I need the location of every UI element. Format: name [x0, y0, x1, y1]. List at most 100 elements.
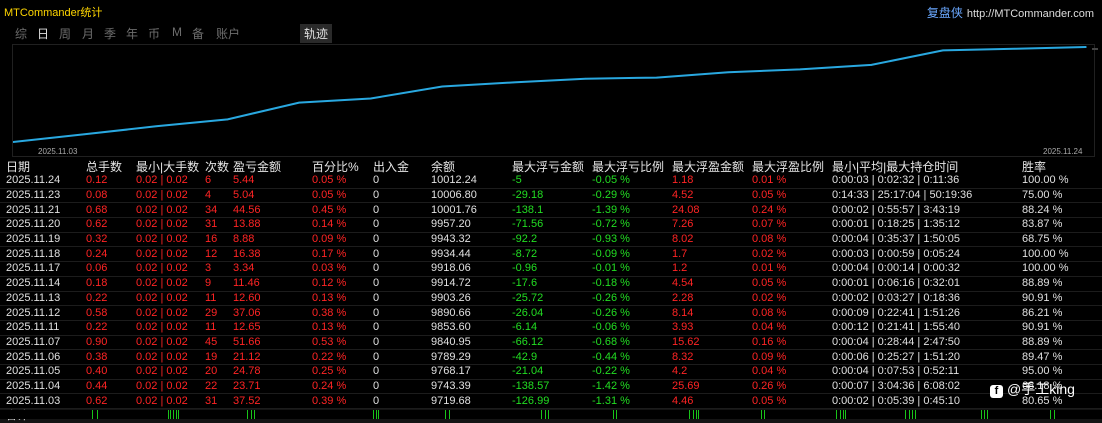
tab-backup[interactable]: 备 — [192, 25, 204, 42]
tab-month[interactable]: 月 — [82, 25, 94, 42]
table-row[interactable]: 2025.11.060.380.02 | 0.021921.120.22 %09… — [0, 350, 1102, 365]
watermark: f@手工king — [990, 379, 1075, 399]
header-max-float-profit[interactable]: 最大浮盈金额 — [672, 160, 752, 174]
cell-max-float-profit: 24.08 — [672, 203, 752, 218]
cell-max-float-loss-pct: -0.22 % — [592, 364, 672, 379]
tab-quarter[interactable]: 季 — [104, 25, 116, 42]
tab-m[interactable]: M — [172, 25, 182, 39]
brand-url[interactable]: http://MTCommander.com — [967, 8, 1094, 20]
equity-point — [585, 78, 587, 80]
cell-deposit-withdraw: 0 — [373, 350, 431, 365]
cell-max-float-profit: 1.7 — [672, 247, 752, 262]
indicator-tick — [178, 410, 179, 419]
indicator-tick — [912, 410, 913, 419]
cell-max-float-loss-pct: -0.26 % — [592, 291, 672, 306]
header-hold-time[interactable]: 最小|平均|最大持仓时间 — [832, 160, 1022, 174]
header-percent[interactable]: 百分比% — [312, 160, 373, 174]
header-profit[interactable]: 盈亏金额 — [233, 160, 312, 174]
cell-profit: 44.56 — [233, 203, 312, 218]
cell-win-rate: 100.00 % — [1022, 174, 1102, 188]
cell-min-max-lots: 0.02 | 0.02 — [136, 350, 205, 365]
header-win-rate[interactable]: 胜率 — [1022, 160, 1102, 174]
indicator-tick — [689, 410, 690, 419]
equity-point — [942, 50, 944, 52]
cell-hold-time: 0:00:02 | 0:55:57 | 3:43:19 — [832, 203, 1022, 218]
cell-balance: 9903.26 — [431, 291, 512, 306]
table-row[interactable]: 2025.11.120.580.02 | 0.022937.060.38 %09… — [0, 306, 1102, 321]
cell-profit: 3.34 — [233, 262, 312, 277]
header-max-float-loss[interactable]: 最大浮亏金额 — [512, 160, 592, 174]
cell-deposit-withdraw: 0 — [373, 364, 431, 379]
table-row[interactable]: 2025.11.070.900.02 | 0.024551.660.53 %09… — [0, 335, 1102, 350]
tab-account[interactable]: 账户 — [216, 25, 240, 42]
table-row[interactable]: 2025.11.170.060.02 | 0.0233.340.03 %0991… — [0, 262, 1102, 277]
cell-min-max-lots: 0.02 | 0.02 — [136, 291, 205, 306]
cell-max-float-loss: -0.96 — [512, 262, 592, 277]
cell-max-float-loss-pct: -0.09 % — [592, 247, 672, 262]
tab-day[interactable]: 日 — [37, 25, 49, 42]
cell-max-float-profit: 8.14 — [672, 306, 752, 321]
indicator-tick — [376, 410, 377, 419]
header-date[interactable]: 日期 — [0, 160, 86, 174]
cell-hold-time: 0:00:04 | 0:00:14 | 0:00:32 — [832, 262, 1022, 277]
header-deposit-withdraw[interactable]: 出入金 — [373, 160, 431, 174]
table-row[interactable]: 2025.11.050.400.02 | 0.022024.780.25 %09… — [0, 364, 1102, 379]
cell-count: 4 — [205, 188, 233, 203]
header-balance[interactable]: 余额 — [431, 160, 512, 174]
cell-max-float-loss: -42.9 — [512, 350, 592, 365]
header-max-float-profit-pct[interactable]: 最大浮盈比例 — [752, 160, 832, 174]
cell-win-rate: 83.87 % — [1022, 218, 1102, 233]
table-row[interactable]: 2025.11.110.220.02 | 0.021112.650.13 %09… — [0, 320, 1102, 335]
cell-percent: 0.14 % — [312, 218, 373, 233]
table-row[interactable]: 2025.11.180.240.02 | 0.021216.380.17 %09… — [0, 247, 1102, 262]
cell-min-max-lots: 0.02 | 0.02 — [136, 174, 205, 188]
cell-count: 6 — [205, 174, 233, 188]
cell-max-float-loss-pct: -0.93 % — [592, 232, 672, 247]
chart-scroll-handle[interactable] — [1092, 48, 1098, 50]
cell-count: 11 — [205, 320, 233, 335]
cell-max-float-loss-pct: -1.39 % — [592, 203, 672, 218]
header-max-float-loss-pct[interactable]: 最大浮亏比例 — [592, 160, 672, 174]
cell-count: 31 — [205, 218, 233, 233]
cell-percent: 0.25 % — [312, 364, 373, 379]
cell-profit: 8.88 — [233, 232, 312, 247]
cell-max-float-profit: 1.2 — [672, 262, 752, 277]
table-row[interactable]: 2025.11.130.220.02 | 0.021112.600.13 %09… — [0, 291, 1102, 306]
brand-name[interactable]: 复盘侠 — [927, 6, 963, 20]
table-row[interactable]: 2025.11.030.620.02 | 0.023137.520.39 %09… — [0, 394, 1102, 409]
indicator-tick — [981, 410, 982, 419]
table-row[interactable]: 2025.11.190.320.02 | 0.02168.880.09 %099… — [0, 232, 1102, 247]
equity-chart-svg — [13, 45, 1094, 156]
equity-chart — [12, 44, 1095, 157]
cell-max-float-profit-pct: 0.26 % — [752, 379, 832, 394]
cell-count: 9 — [205, 276, 233, 291]
tab-summary[interactable]: 综 — [15, 25, 27, 42]
tab-currency[interactable]: 币 — [148, 25, 160, 42]
cell-percent: 0.05 % — [312, 188, 373, 203]
header-min-max-lots[interactable]: 最小|大手数 — [136, 160, 205, 174]
header-total-lots[interactable]: 总手数 — [86, 160, 136, 174]
table-row[interactable]: 2025.11.040.440.02 | 0.022223.710.24 %09… — [0, 379, 1102, 394]
cell-min-max-lots: 0.02 | 0.02 — [136, 335, 205, 350]
header-count[interactable]: 次数 — [205, 160, 233, 174]
cell-total-lots: 0.62 — [86, 218, 136, 233]
cell-total-lots: 0.68 — [86, 203, 136, 218]
tab-year[interactable]: 年 — [126, 25, 138, 42]
table-row[interactable]: 2025.11.200.620.02 | 0.023113.880.14 %09… — [0, 218, 1102, 233]
cell-min-max-lots: 0.02 | 0.02 — [136, 364, 205, 379]
cell-deposit-withdraw: 0 — [373, 174, 431, 188]
table-row[interactable]: 2025.11.140.180.02 | 0.02911.460.12 %099… — [0, 276, 1102, 291]
table-row[interactable]: 2025.11.230.080.02 | 0.0245.040.05 %0100… — [0, 188, 1102, 203]
indicator-tick — [247, 410, 248, 419]
cell-date: 2025.11.24 — [0, 174, 86, 188]
table-row[interactable]: 2025.11.210.680.02 | 0.023444.560.45 %01… — [0, 203, 1102, 218]
tab-trajectory[interactable]: 轨迹 — [300, 24, 332, 43]
cell-max-float-profit-pct: 0.05 % — [752, 188, 832, 203]
cell-hold-time: 0:00:03 | 0:02:32 | 0:11:36 — [832, 174, 1022, 188]
table-row[interactable]: 2025.11.240.120.02 | 0.0265.440.05 %0100… — [0, 174, 1102, 188]
cell-max-float-profit-pct: 0.08 % — [752, 306, 832, 321]
cell-max-float-loss-pct: -1.31 % — [592, 394, 672, 409]
cell-max-float-loss: -26.04 — [512, 306, 592, 321]
tab-week[interactable]: 周 — [59, 25, 71, 42]
equity-point — [871, 64, 873, 66]
